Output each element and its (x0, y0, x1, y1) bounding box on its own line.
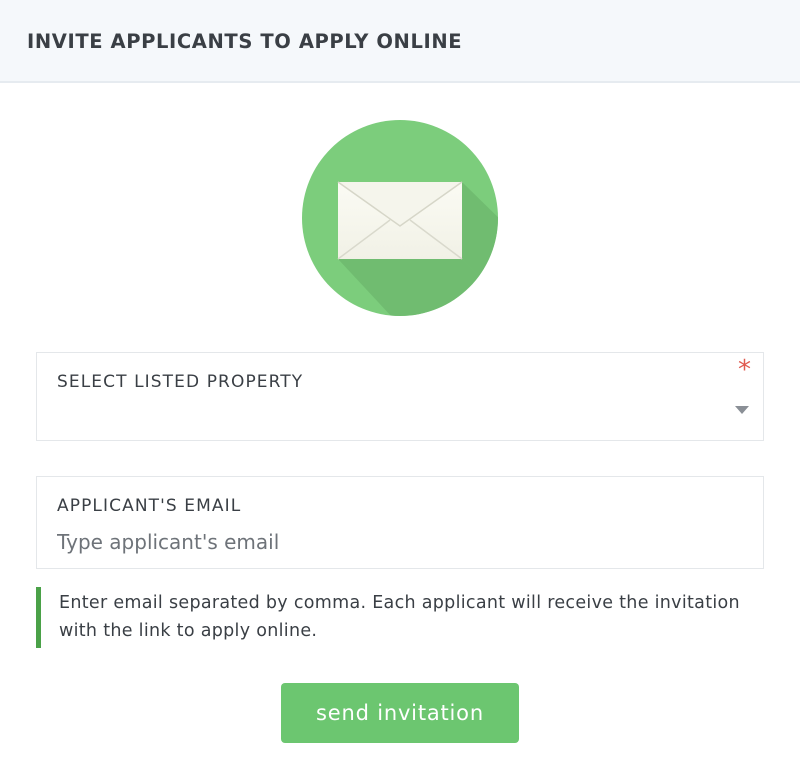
hint-callout: Enter email separated by comma. Each app… (36, 587, 756, 648)
hint-text: Enter email separated by comma. Each app… (59, 593, 740, 641)
property-select-label: SELECT LISTED PROPERTY (57, 372, 304, 392)
page-header: INVITE APPLICANTS TO APPLY ONLINE (0, 0, 800, 83)
caret-down-icon[interactable] (735, 406, 749, 414)
envelope-illustration (302, 120, 498, 316)
page-title: INVITE APPLICANTS TO APPLY ONLINE (27, 30, 463, 53)
email-field-label: APPLICANT'S EMAIL (57, 496, 242, 516)
email-field[interactable] (57, 527, 737, 557)
email-field-container: APPLICANT'S EMAIL (36, 476, 764, 569)
property-select[interactable]: SELECT LISTED PROPERTY * (36, 352, 764, 441)
envelope-icon (302, 120, 498, 316)
send-invitation-button[interactable]: send invitation (281, 683, 519, 743)
required-marker: * (738, 355, 751, 385)
